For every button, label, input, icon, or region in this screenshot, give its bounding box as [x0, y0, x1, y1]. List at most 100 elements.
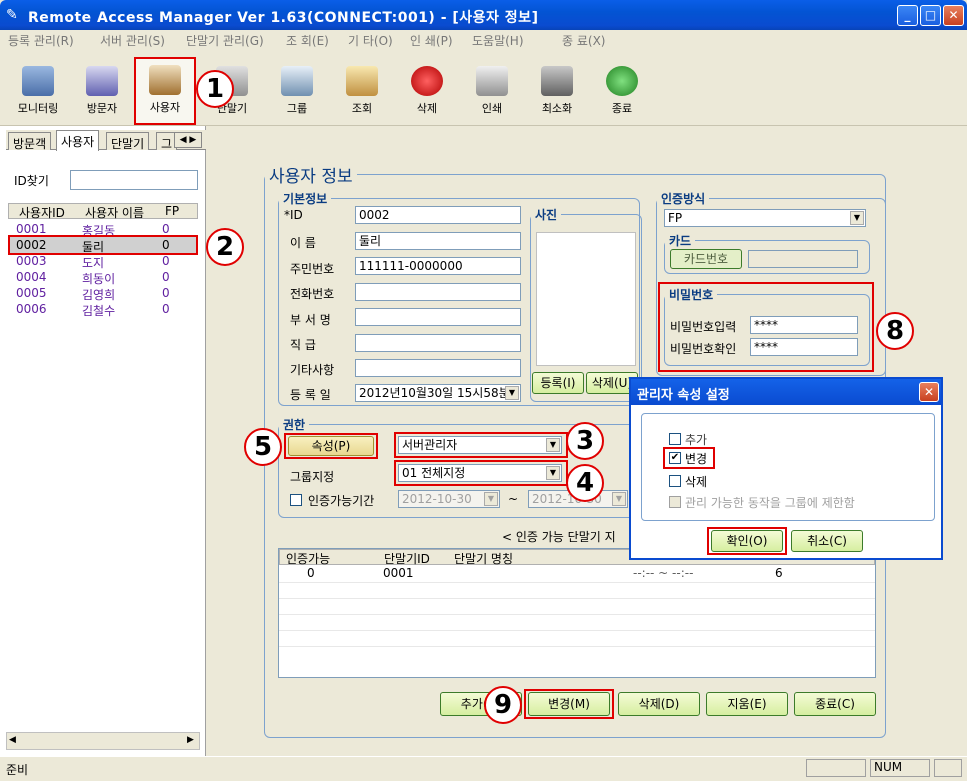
dialog-cancel-button[interactable]: 취소(C) — [791, 530, 863, 552]
scroll-right-icon[interactable]: ▶ — [187, 735, 194, 745]
tool-visitor[interactable]: 방문자 — [72, 60, 132, 122]
status-text: 준비 — [6, 763, 29, 777]
terminal-grid[interactable]: 인증가능 단말기ID 단말기 명칭 0 0001 --:-- ~ --:-- 6 — [278, 548, 876, 678]
title-bar: ✎ Remote Access Manager Ver 1.63(CONNECT… — [0, 0, 967, 30]
label-reg-date: 등 록 일 — [290, 388, 331, 402]
app-icon: ✎ — [6, 7, 18, 23]
list-item[interactable]: 0005 김영희 0 — [10, 285, 196, 302]
chevron-down-icon[interactable]: ▼ — [484, 492, 498, 506]
left-scrollbar[interactable]: ◀ ▶ — [6, 732, 200, 750]
label-name: 이 름 — [290, 236, 316, 250]
chevron-down-icon[interactable]: ▼ — [505, 386, 519, 400]
dialog-title: 관리자 속성 설정 — [637, 388, 730, 403]
menu-register[interactable]: 등록 관리(R) — [8, 32, 74, 49]
clear-button[interactable]: 지움(E) — [706, 692, 788, 716]
phone-field[interactable] — [355, 283, 521, 301]
exit-arrow-icon — [606, 66, 638, 96]
tool-query[interactable]: 조회 — [332, 60, 392, 122]
opt-limit-checkbox[interactable] — [669, 496, 681, 508]
group-select[interactable]: 01 전체지정 ▼ — [398, 464, 562, 482]
name-field[interactable]: 둘리 — [355, 232, 521, 250]
status-bar: 준비 NUM — [0, 756, 967, 781]
tool-monitoring[interactable]: 모니터링 — [8, 60, 68, 122]
menu-query[interactable]: 조 회(E) — [286, 32, 329, 49]
close-button[interactable]: ✕ — [943, 5, 964, 26]
annotation-8: 8 — [876, 312, 914, 350]
menu-server[interactable]: 서버 관리(S) — [100, 32, 165, 49]
chevron-down-icon[interactable]: ▼ — [850, 211, 864, 225]
list-item[interactable]: 0001 홍길동 0 — [10, 221, 196, 238]
tool-user[interactable]: 사용자 — [134, 57, 196, 125]
list-item[interactable]: 0004 희동이 0 — [10, 269, 196, 286]
tool-exit[interactable]: 종료 — [592, 60, 652, 122]
date-from-picker[interactable]: 2012-10-30 ▼ — [398, 490, 500, 508]
auth-method-select[interactable]: FP ▼ — [664, 209, 866, 227]
delete-button[interactable]: 삭제(D) — [618, 692, 700, 716]
maximize-button[interactable]: □ — [920, 5, 941, 26]
opt-limit-label: 관리 가능한 동작을 그룹에 제한함 — [685, 496, 855, 510]
tab-terminal[interactable]: 단말기 — [106, 132, 150, 151]
department-field[interactable] — [355, 308, 521, 326]
tool-print[interactable]: 인쇄 — [462, 60, 522, 122]
list-item[interactable]: 0003 도지 0 — [10, 253, 196, 270]
status-panel — [806, 759, 866, 777]
resident-number-field[interactable]: 111111-0000000 — [355, 257, 521, 275]
photo-legend: 사진 — [535, 208, 558, 222]
id-field[interactable]: 0002 — [355, 206, 521, 224]
minimize-button[interactable]: _ — [897, 5, 918, 26]
annotation-1: 1 — [196, 70, 234, 108]
opt-delete-checkbox[interactable] — [669, 475, 681, 487]
menu-bar: 등록 관리(R) 서버 관리(S) 단말기 관리(G) 조 회(E) 기 타(O… — [0, 30, 967, 50]
chevron-down-icon[interactable]: ▼ — [612, 492, 626, 506]
change-button[interactable]: 변경(M) — [528, 692, 610, 716]
tool-group[interactable]: 그룹 — [267, 60, 327, 122]
tool-minimize[interactable]: 최소화 — [527, 60, 587, 122]
tab-user[interactable]: 사용자 — [56, 130, 100, 151]
scroll-left-icon[interactable]: ◀ — [9, 735, 16, 745]
menu-etc[interactable]: 기 타(O) — [348, 32, 393, 49]
reg-date-picker[interactable]: 2012년10월30일 15시58분 ▼ — [355, 384, 521, 402]
user-list-header: 사용자ID 사용자 이름 FP — [8, 203, 198, 220]
menu-exit[interactable]: 종 료(X) — [562, 32, 605, 49]
book-icon — [346, 66, 378, 96]
table-row — [279, 630, 875, 646]
dialog-ok-button[interactable]: 확인(O) — [711, 530, 783, 552]
list-item-selected[interactable]: 0002 둘리 0 — [8, 235, 198, 255]
menu-terminal[interactable]: 단말기 관리(G) — [186, 32, 264, 49]
card-number-field[interactable] — [748, 250, 858, 268]
list-item[interactable]: 0006 김철수 0 — [10, 301, 196, 318]
position-field[interactable] — [355, 334, 521, 352]
photo-register-button[interactable]: 등록(I) — [532, 372, 584, 394]
basic-info-legend: 기본정보 — [283, 192, 328, 206]
table-row[interactable]: 0 0001 --:-- ~ --:-- 6 — [279, 566, 875, 582]
photo-box — [536, 232, 636, 366]
chevron-down-icon[interactable]: ▼ — [546, 438, 560, 452]
id-search-input[interactable] — [70, 170, 198, 190]
card-number-button[interactable]: 카드번호 — [670, 249, 742, 269]
page-title: 사용자 정보 — [269, 167, 353, 187]
annotation-4: 4 — [566, 464, 604, 502]
chevron-down-icon[interactable]: ▼ — [546, 466, 560, 480]
table-row — [279, 598, 875, 614]
menu-help[interactable]: 도움말(H) — [472, 32, 524, 49]
dialog-close-button[interactable]: ✕ — [919, 382, 939, 402]
table-row — [279, 582, 875, 598]
tab-visitor[interactable]: 방문객 — [8, 132, 52, 151]
auth-period-checkbox[interactable] — [290, 494, 302, 506]
opt-change-checkbox[interactable]: ✔ — [669, 452, 681, 464]
tool-delete[interactable]: 삭제 — [397, 60, 457, 122]
label-resident-number: 주민번호 — [290, 262, 335, 276]
label-position: 직 급 — [290, 338, 316, 352]
menu-print[interactable]: 인 쇄(P) — [410, 32, 453, 49]
attribute-select[interactable]: 서버관리자 ▼ — [398, 436, 562, 454]
exit-button[interactable]: 종료(C) — [794, 692, 876, 716]
tab-scroll-arrows[interactable]: ◀ ▶ — [174, 132, 202, 148]
admin-attribute-dialog: 관리자 속성 설정 ✕ 추가 ✔ 변경 삭제 관리 가능한 동작을 그룹에 제한… — [629, 377, 943, 560]
date-separator: ~ — [508, 492, 519, 506]
left-tabs: 방문객 사용자 단말기 그 ◀ ▶ — [6, 130, 206, 151]
attribute-button[interactable]: 속성(P) — [288, 436, 374, 456]
annotation-9: 9 — [484, 686, 522, 724]
notes-field[interactable] — [355, 359, 521, 377]
opt-add-checkbox[interactable] — [669, 433, 681, 445]
pen-icon — [86, 66, 118, 96]
